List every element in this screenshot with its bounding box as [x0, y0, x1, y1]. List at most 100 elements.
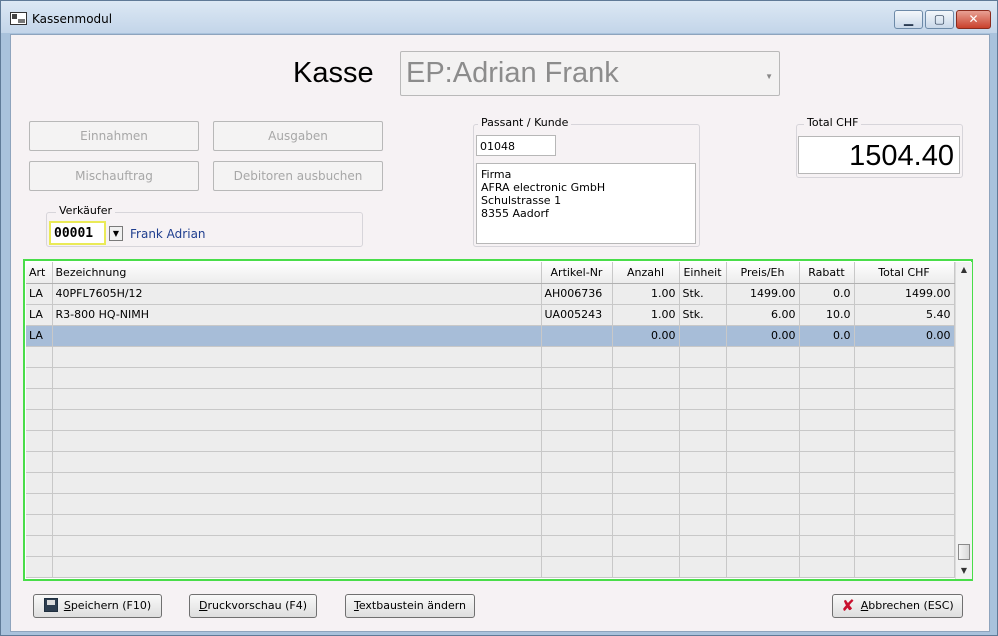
empty-cell[interactable]	[726, 493, 800, 515]
empty-cell[interactable]	[52, 367, 542, 389]
empty-cell[interactable]	[52, 472, 542, 494]
textbaustein-button[interactable]: Textbaustein ändern	[345, 594, 475, 618]
table-row-empty[interactable]	[26, 388, 955, 410]
empty-cell[interactable]	[854, 388, 955, 410]
empty-cell[interactable]	[26, 367, 53, 389]
maximize-button[interactable]: ▢	[925, 10, 954, 29]
empty-cell[interactable]	[679, 493, 727, 515]
table-row-empty[interactable]	[26, 535, 955, 557]
empty-cell[interactable]	[52, 514, 542, 536]
cell-anzahl[interactable]: 1.00	[612, 283, 680, 305]
empty-cell[interactable]	[541, 409, 613, 431]
cell-art[interactable]: LA	[26, 304, 53, 326]
empty-cell[interactable]	[799, 388, 855, 410]
empty-cell[interactable]	[799, 346, 855, 368]
empty-cell[interactable]	[799, 451, 855, 473]
verkaeufer-dropdown-button[interactable]: ▼	[109, 226, 123, 241]
empty-cell[interactable]	[541, 535, 613, 557]
table-row-empty[interactable]	[26, 514, 955, 536]
empty-cell[interactable]	[679, 430, 727, 452]
empty-cell[interactable]	[26, 493, 53, 515]
empty-cell[interactable]	[52, 535, 542, 557]
empty-cell[interactable]	[799, 409, 855, 431]
column-header-einheit[interactable]: Einheit	[679, 262, 727, 284]
empty-cell[interactable]	[726, 430, 800, 452]
empty-cell[interactable]	[679, 367, 727, 389]
empty-cell[interactable]	[541, 514, 613, 536]
empty-cell[interactable]	[799, 430, 855, 452]
empty-cell[interactable]	[726, 367, 800, 389]
empty-cell[interactable]	[541, 493, 613, 515]
empty-cell[interactable]	[854, 367, 955, 389]
verkaeufer-code-input[interactable]: 00001	[49, 221, 106, 245]
empty-cell[interactable]	[854, 514, 955, 536]
empty-cell[interactable]	[52, 388, 542, 410]
debitoren-ausbuchen-button[interactable]: Debitoren ausbuchen	[213, 161, 383, 191]
column-header-bezeichnung[interactable]: Bezeichnung	[52, 262, 542, 284]
empty-cell[interactable]	[26, 409, 53, 431]
empty-cell[interactable]	[854, 493, 955, 515]
empty-cell[interactable]	[26, 472, 53, 494]
empty-cell[interactable]	[854, 430, 955, 452]
table-row-selected[interactable]: LA 0.00 0.00 0.0 0.00	[26, 325, 955, 347]
empty-cell[interactable]	[541, 556, 613, 578]
cell-einheit[interactable]	[679, 325, 727, 347]
empty-cell[interactable]	[612, 430, 680, 452]
einnahmen-button[interactable]: Einnahmen	[29, 121, 199, 151]
empty-cell[interactable]	[679, 514, 727, 536]
kunde-address-box[interactable]: Firma AFRA electronic GmbH Schulstrasse …	[476, 163, 696, 244]
mischauftrag-button[interactable]: Mischauftrag	[29, 161, 199, 191]
column-header-rabatt[interactable]: Rabatt	[799, 262, 855, 284]
empty-cell[interactable]	[52, 409, 542, 431]
cell-einheit[interactable]: Stk.	[679, 304, 727, 326]
table-row[interactable]: LA 40PFL7605H/12 AH006736 1.00 Stk. 1499…	[26, 283, 955, 305]
empty-cell[interactable]	[26, 346, 53, 368]
empty-cell[interactable]	[679, 535, 727, 557]
cell-art[interactable]: LA	[26, 325, 53, 347]
kunde-number-input[interactable]: 01048	[476, 135, 556, 156]
cell-rabatt[interactable]: 10.0	[799, 304, 855, 326]
empty-cell[interactable]	[679, 346, 727, 368]
cell-preis[interactable]: 1499.00	[726, 283, 800, 305]
cancel-button[interactable]: ✘ Abbrechen (ESC)	[832, 594, 963, 618]
column-header-total[interactable]: Total CHF	[854, 262, 955, 284]
cell-art[interactable]: LA	[26, 283, 53, 305]
empty-cell[interactable]	[799, 472, 855, 494]
empty-cell[interactable]	[726, 472, 800, 494]
empty-cell[interactable]	[52, 430, 542, 452]
empty-cell[interactable]	[541, 388, 613, 410]
empty-cell[interactable]	[541, 430, 613, 452]
empty-cell[interactable]	[52, 493, 542, 515]
kasse-dropdown[interactable]: EP:Adrian Frank ▼	[400, 51, 780, 96]
table-row-empty[interactable]	[26, 430, 955, 452]
empty-cell[interactable]	[612, 346, 680, 368]
empty-cell[interactable]	[541, 472, 613, 494]
table-row-empty[interactable]	[26, 472, 955, 494]
empty-cell[interactable]	[854, 409, 955, 431]
cell-total[interactable]: 1499.00	[854, 283, 955, 305]
empty-cell[interactable]	[612, 472, 680, 494]
empty-cell[interactable]	[52, 346, 542, 368]
ausgaben-button[interactable]: Ausgaben	[213, 121, 383, 151]
empty-cell[interactable]	[612, 493, 680, 515]
cell-artikel-nr[interactable]	[541, 325, 613, 347]
empty-cell[interactable]	[799, 514, 855, 536]
empty-cell[interactable]	[726, 388, 800, 410]
empty-cell[interactable]	[854, 535, 955, 557]
cell-rabatt[interactable]: 0.0	[799, 283, 855, 305]
scroll-down-icon[interactable]: ▼	[956, 563, 972, 579]
empty-cell[interactable]	[854, 472, 955, 494]
table-row-empty[interactable]	[26, 493, 955, 515]
cell-preis[interactable]: 0.00	[726, 325, 800, 347]
empty-cell[interactable]	[52, 451, 542, 473]
minimize-button[interactable]: ▁	[894, 10, 923, 29]
scroll-up-icon[interactable]: ▲	[956, 262, 972, 278]
cell-bezeichnung[interactable]: R3-800 HQ-NIMH	[52, 304, 542, 326]
empty-cell[interactable]	[679, 388, 727, 410]
empty-cell[interactable]	[679, 451, 727, 473]
table-row-empty[interactable]	[26, 346, 955, 368]
cell-total[interactable]: 5.40	[854, 304, 955, 326]
table-row-empty[interactable]	[26, 451, 955, 473]
empty-cell[interactable]	[799, 535, 855, 557]
empty-cell[interactable]	[679, 556, 727, 578]
